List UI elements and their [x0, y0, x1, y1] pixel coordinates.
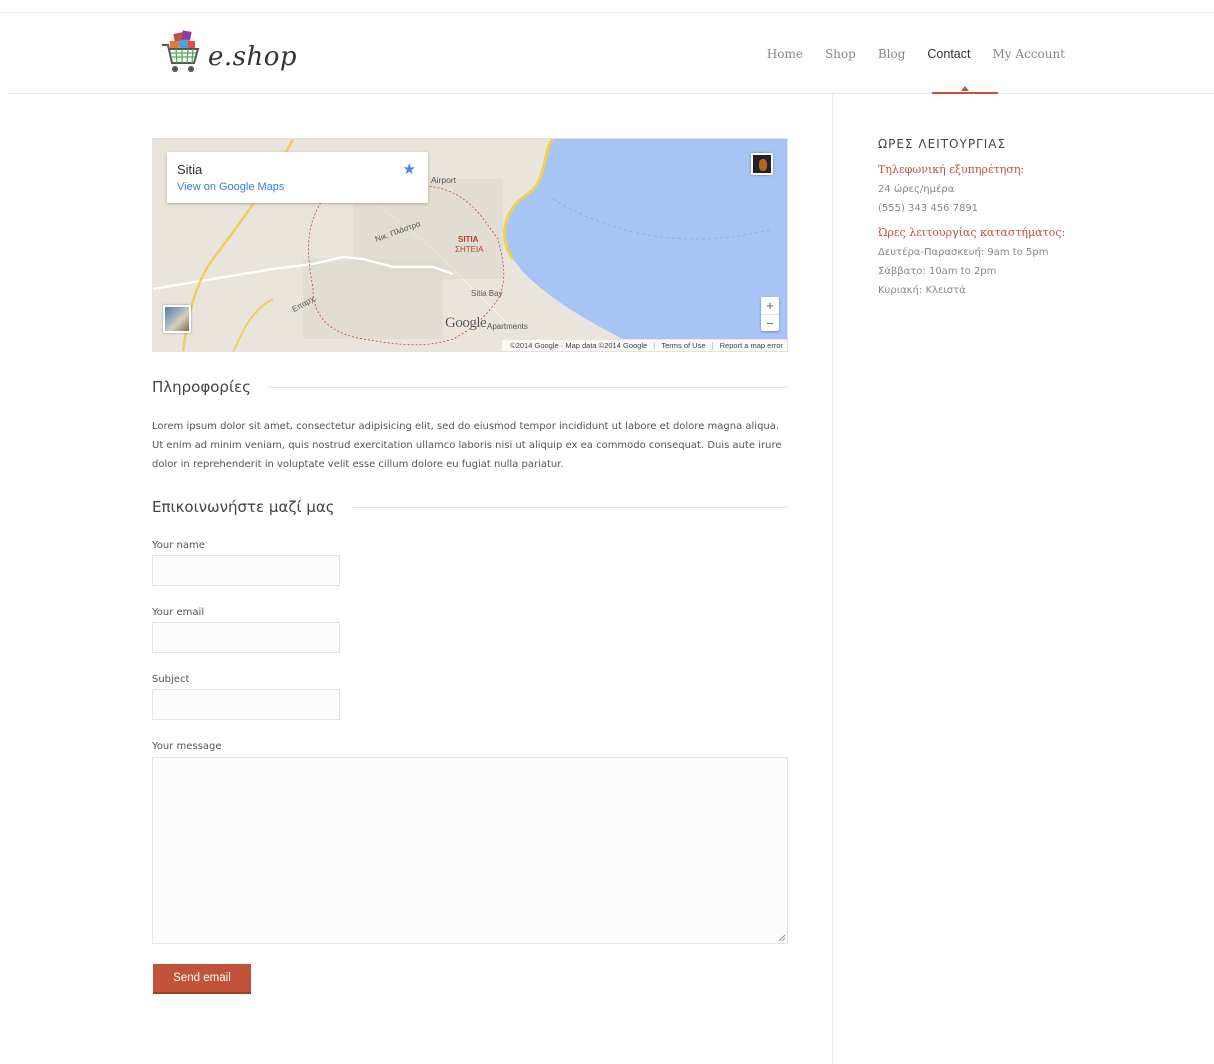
map-label-airport: Airport	[431, 175, 457, 185]
store-hours-heading: Ώρες λειτουργίας καταστήματος:	[878, 226, 1066, 239]
contact-heading-rule	[352, 506, 788, 508]
main-nav: Home Shop Blog Contact My Account	[756, 46, 1076, 62]
top-rule	[0, 12, 1214, 13]
zoom-out-button[interactable]: −	[761, 314, 779, 331]
store-hours-weekdays: Δευτέρα-Παρασκευή: 9am to 5pm	[878, 247, 1049, 258]
google-logo: Google	[445, 315, 487, 331]
map-info-card: Sitia View on Google Maps ★	[167, 152, 428, 203]
send-email-button[interactable]: Send email	[153, 964, 251, 994]
map-place-name: Sitia	[177, 162, 203, 177]
map-terms-link[interactable]: Terms of Use	[661, 341, 705, 350]
info-body-text: Lorem ipsum dolor sit amet, consectetur …	[152, 421, 782, 470]
contact-heading: Επικοινωνήστε μαζί μας	[152, 498, 335, 516]
nav-active-indicator	[932, 92, 998, 94]
nav-active-caret	[961, 86, 969, 91]
info-heading: Πληροφορίες	[152, 378, 251, 396]
email-field[interactable]	[152, 622, 340, 653]
map-photo-thumbnail[interactable]	[751, 153, 773, 175]
phone-support-hours: 24 ώρες/ημέρα	[878, 184, 955, 195]
info-heading-rule	[268, 386, 788, 388]
header-divider	[8, 93, 1214, 94]
map-label-city-latin: SITIA	[458, 235, 479, 244]
nav-my-account[interactable]: My Account	[982, 46, 1077, 62]
map-label-apartments: Apartments	[487, 322, 528, 331]
message-label: Your message	[152, 741, 222, 752]
sidebar-divider	[832, 94, 833, 1064]
site-logo[interactable]: e.shop	[160, 26, 297, 78]
map-data-credit: ©2014 Google · Map data ©2014 Google	[510, 341, 648, 350]
phone-number: (555) 343 456 7891	[878, 203, 979, 214]
subject-field[interactable]	[152, 689, 340, 720]
shopping-cart-icon	[162, 30, 200, 72]
opening-hours-sidebar: ΩΡΕΣ ΛΕΙΤΟΥΡΓΙΑΣ Τηλεφωνική εξυπηρέτηση:…	[878, 137, 1098, 308]
nav-home[interactable]: Home	[756, 46, 814, 62]
nav-contact[interactable]: Contact	[916, 46, 981, 62]
save-star-icon[interactable]: ★	[403, 160, 416, 178]
contact-heading-row: Επικοινωνήστε μαζί μας	[152, 498, 788, 516]
view-on-google-maps-link[interactable]: View on Google Maps	[177, 181, 418, 193]
name-field[interactable]	[152, 555, 340, 586]
logo-text: e.shop	[208, 42, 298, 72]
map-report-link[interactable]: Report a map error	[720, 341, 783, 350]
store-hours-saturday: Σάββατο: 10am to 2pm	[878, 266, 997, 277]
phone-support-block: Τηλεφωνική εξυπηρέτηση: 24 ώρες/ημέρα (5…	[878, 163, 1098, 218]
store-hours-sunday: Κυριακή: Κλειστά	[878, 285, 966, 296]
map-label-city-greek: ΣΗΤΕΙΑ	[455, 245, 484, 254]
map-label-bay: Sitia Bay	[471, 289, 503, 298]
satellite-toggle[interactable]	[163, 305, 191, 333]
phone-support-heading: Τηλεφωνική εξυπηρέτηση:	[878, 163, 1025, 176]
google-map[interactable]: Airport SITIA ΣΗΤΕΙΑ Sitia Bay Νικ. Πλάσ…	[152, 138, 788, 352]
zoom-in-button[interactable]: +	[761, 297, 779, 314]
map-attribution: ©2014 Google · Map data ©2014 Google | T…	[502, 340, 787, 351]
nav-shop[interactable]: Shop	[814, 46, 867, 62]
resize-grip-icon[interactable]	[777, 933, 786, 942]
map-zoom-control: + −	[761, 297, 779, 331]
message-textarea[interactable]	[152, 757, 788, 944]
nav-blog[interactable]: Blog	[867, 46, 917, 62]
email-label: Your email	[152, 607, 205, 618]
subject-label: Subject	[152, 674, 190, 685]
store-hours-block: Ώρες λειτουργίας καταστήματος: Δευτέρα-Π…	[878, 226, 1098, 300]
sidebar-title: ΩΡΕΣ ΛΕΙΤΟΥΡΓΙΑΣ	[878, 137, 1007, 151]
name-label: Your name	[152, 540, 205, 551]
info-heading-row: Πληροφορίες	[152, 378, 788, 396]
